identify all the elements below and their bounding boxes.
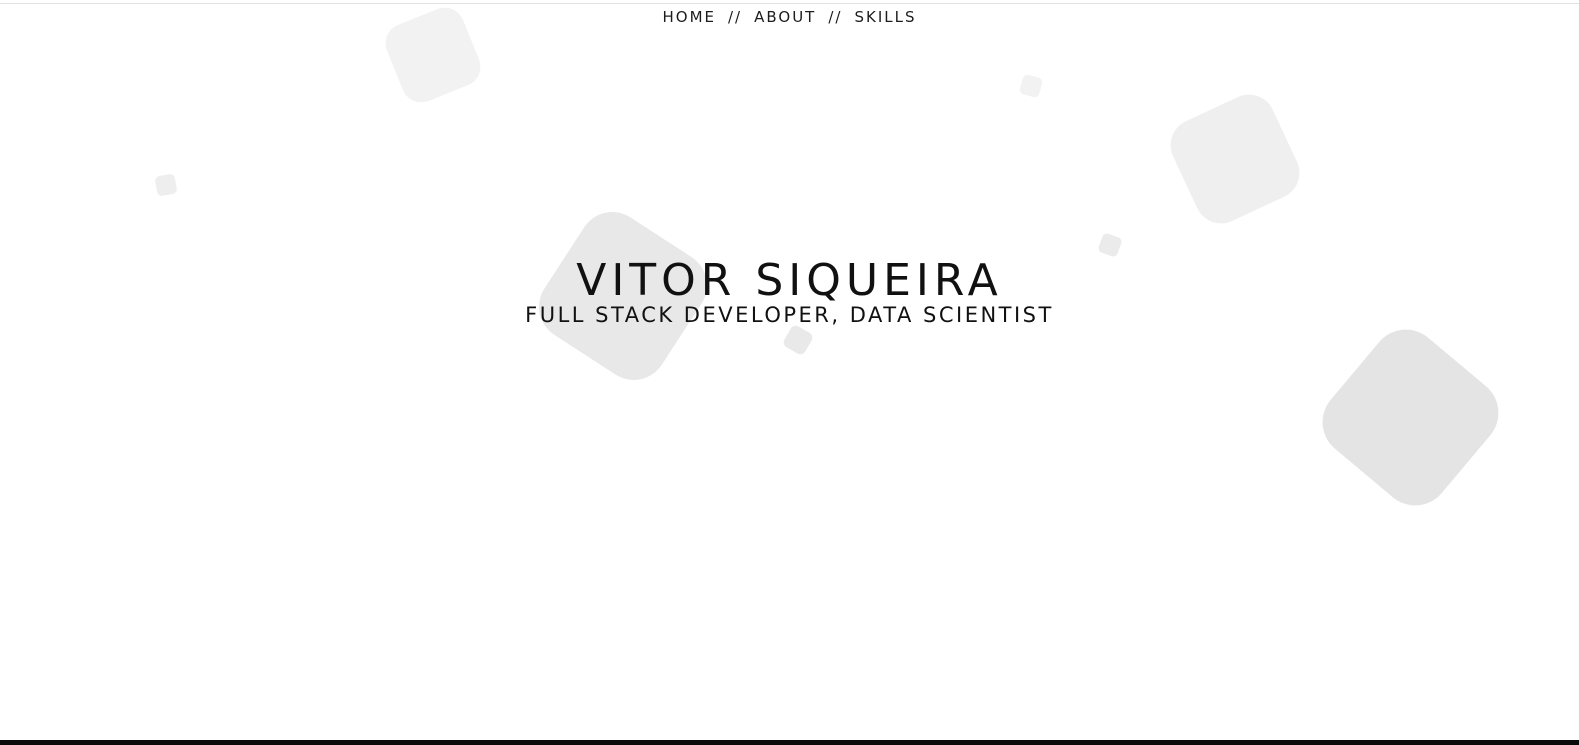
decorative-shape [1161,85,1309,233]
decorative-shape [154,173,178,197]
top-nav: HOME // ABOUT // SKILLS [0,8,1579,26]
hero-title: VITOR SIQUEIRA [576,255,1003,306]
nav-separator: // [828,8,843,26]
nav-separator: // [728,8,743,26]
hero-subtitle: FULL STACK DEVELOPER, DATA SCIENTIST [525,303,1054,327]
nav-skills-link[interactable]: SKILLS [852,8,918,26]
bottom-bar [0,740,1579,745]
decorative-shape [1097,232,1123,258]
nav-about-link[interactable]: ABOUT [752,8,818,26]
decorative-shape [1018,73,1044,99]
decorative-shape [1308,315,1513,520]
top-divider [0,3,1579,4]
decorative-shape [781,323,815,357]
page: HOME // ABOUT // SKILLS VITOR SIQUEIRA FULL … [0,0,1579,745]
nav-home-link[interactable]: HOME [660,8,718,26]
